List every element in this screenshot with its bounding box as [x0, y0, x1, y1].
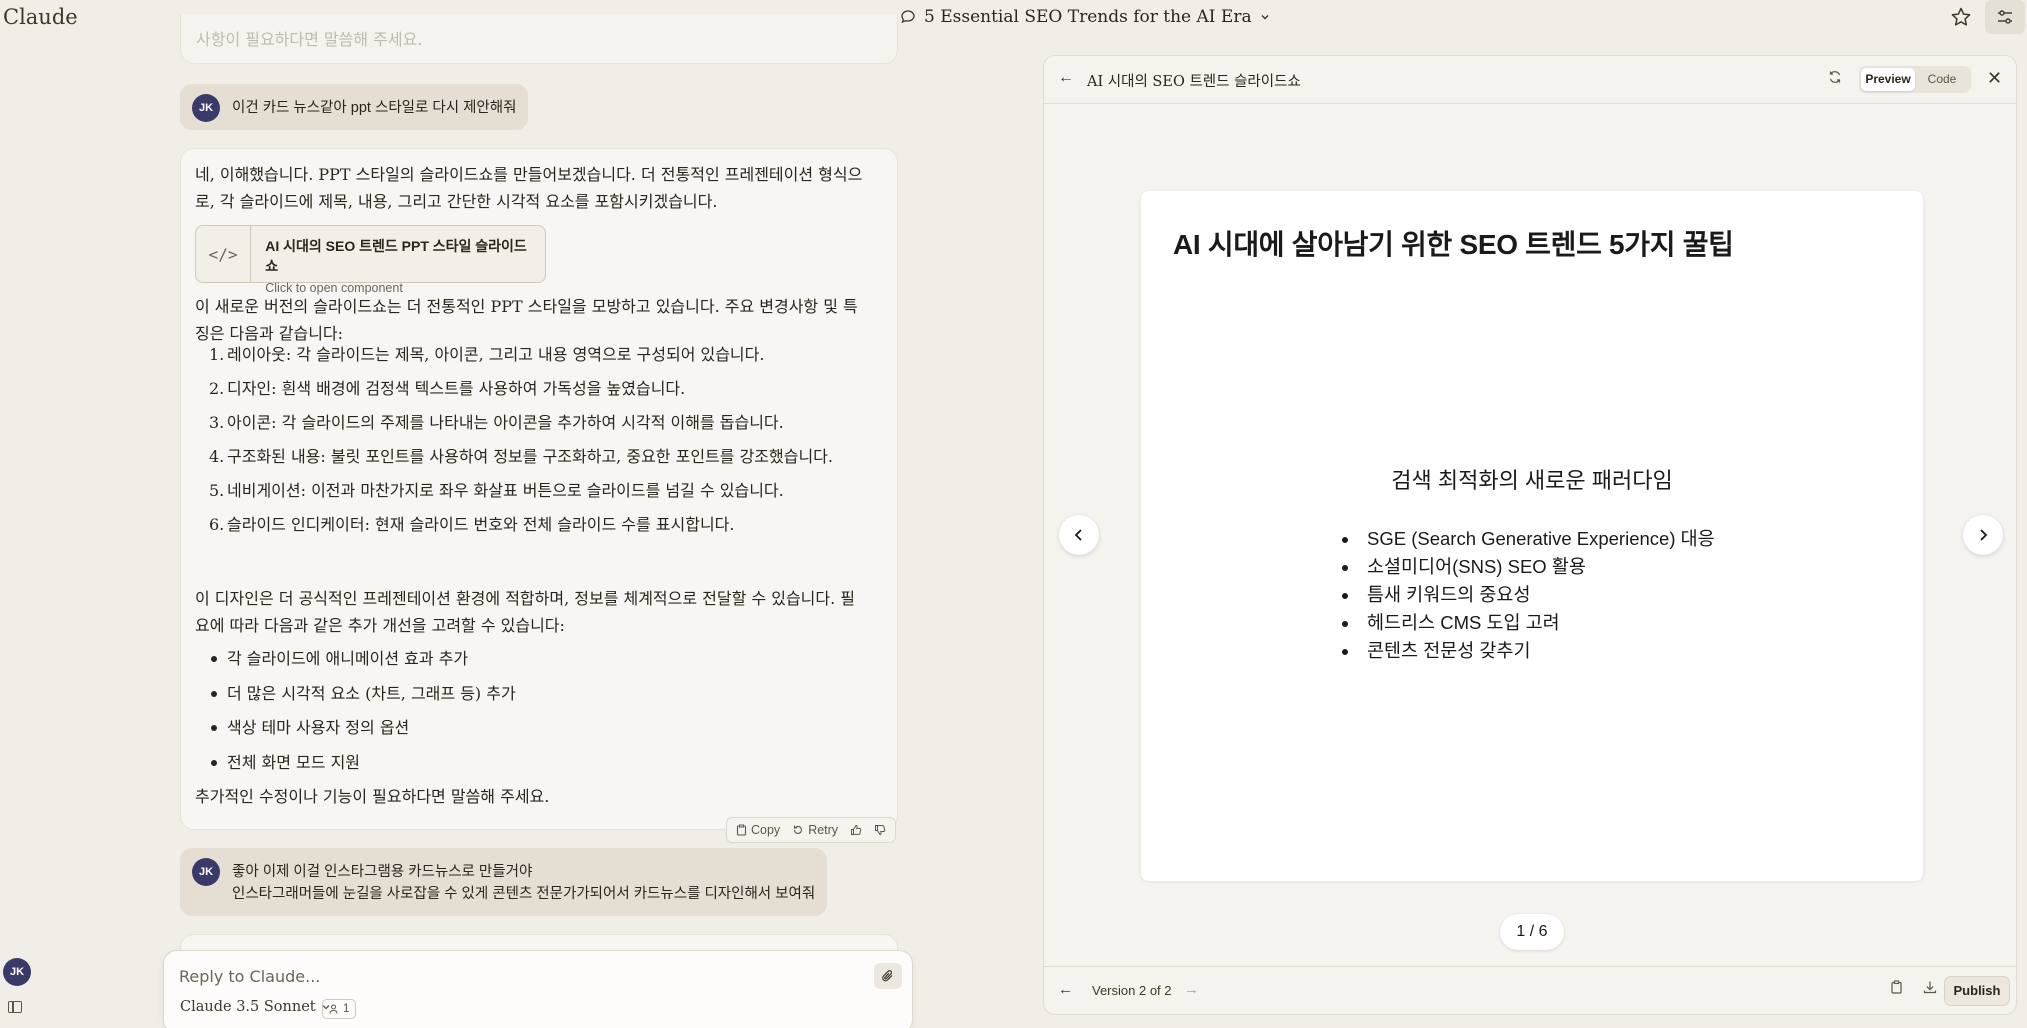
copy-artifact-icon[interactable] [1890, 980, 1903, 998]
copy-button[interactable]: Copy [736, 823, 780, 837]
previous-version-arrow-icon[interactable]: ← [1058, 981, 1073, 998]
slide-title: AI 시대에 살아남기 위한 SEO 트렌드 5가지 꿀팁 [1173, 229, 1734, 260]
assistant-closing: 추가적인 수정이나 기능이 필요하다면 말씀해 주세요. [195, 787, 550, 806]
list-item: 각 슬라이드에 애니메이션 효과 추가 [195, 645, 875, 672]
user-avatar[interactable]: JK [3, 958, 31, 986]
attach-button[interactable] [874, 963, 902, 989]
slide-bullet: 콘텐츠 전문성 갖추기 [1339, 637, 1715, 665]
slide-subtitle: 검색 최적화의 새로운 패러다임 [1391, 468, 1673, 493]
download-icon[interactable] [1923, 980, 1937, 998]
publish-button[interactable]: Publish [1944, 976, 2010, 1006]
slide-bullet: 헤드리스 CMS 도입 고려 [1339, 609, 1715, 637]
user-message: JK 좋아 이제 이걸 인스타그램용 카드뉴스로 만들거야 인스타그래머들에 눈… [180, 848, 828, 916]
slide-bullet: SGE (Search Generative Experience) 대응 [1339, 525, 1715, 553]
slide-bullet: 틈새 키워드의 중요성 [1339, 581, 1715, 609]
thumbs-up-icon[interactable] [850, 824, 862, 836]
artifact-card[interactable]: </> AI 시대의 SEO 트렌드 PPT 스타일 슬라이드쇼 Click t… [195, 225, 546, 295]
list-item: 5. 네비게이션: 이전과 마찬가지로 좌우 화살표 버튼으로 슬라이드를 넘길 … [209, 481, 784, 500]
model-name: Claude 3.5 Sonnet [180, 999, 316, 1015]
artifact-footer: ← Version 2 of 2 → Publish [1044, 966, 2016, 1014]
artifact-panel: ← AI 시대의 SEO 트렌드 슬라이드쇼 Preview Code ✕ AI… [1043, 55, 2017, 1015]
improvement-list: 각 슬라이드에 애니메이션 효과 추가 더 많은 시각적 요소 (차트, 그래프… [195, 645, 875, 783]
chat-title-dropdown[interactable]: 5 Essential SEO Trends for the AI Era [900, 7, 1270, 27]
composer: Claude 3.5 Sonnet 1 [163, 950, 913, 1028]
version-label: Version 2 of 2 [1092, 983, 1172, 998]
code-icon: </> [196, 226, 252, 282]
person-icon [329, 1004, 338, 1014]
message-fragment: 사항이 필요하다면 말씀해 주세요. [196, 30, 423, 49]
assistant-paragraph: 이 새로운 버전의 슬라이드쇼는 더 전통적인 PPT 스타일을 모방하고 있습… [195, 297, 858, 343]
user-message: JK 이건 카드 뉴스같아 ppt 스타일로 다시 제안해줘 [180, 84, 529, 130]
clipboard-icon [736, 824, 747, 836]
tab-preview[interactable]: Preview [1861, 68, 1915, 91]
chat-title: 5 Essential SEO Trends for the AI Era [924, 7, 1252, 27]
retry-button[interactable]: Retry [792, 823, 838, 837]
slide: AI 시대에 살아남기 위한 SEO 트렌드 5가지 꿀팁 검색 최적화의 새로… [1141, 191, 1923, 881]
star-icon[interactable] [1950, 6, 1972, 28]
list-item: 6. 슬라이드 인디케이터: 현재 슬라이드 번호와 전체 슬라이드 수를 표시합… [209, 515, 735, 534]
prev-slide-button[interactable] [1059, 515, 1099, 555]
list-item: 2. 디자인: 흰색 배경에 검정색 텍스트를 사용하여 가독성을 높였습니다. [209, 379, 686, 398]
artifact-header: ← AI 시대의 SEO 트렌드 슬라이드쇼 Preview Code ✕ [1044, 56, 2016, 104]
list-item: 전체 화면 모드 지원 [195, 749, 875, 776]
next-slide-button[interactable] [1963, 515, 2003, 555]
slide-bullet: 소셜미디어(SNS) SEO 활용 [1339, 553, 1715, 581]
sidebar-toggle-icon[interactable] [8, 1001, 22, 1013]
user-message-text: 좋아 이제 이걸 인스타그램용 카드뉴스로 만들거야 인스타그래머들에 눈길을 … [232, 864, 816, 902]
chat-bubble-icon [901, 10, 915, 24]
previous-assistant-message: 사항이 필요하다면 말씀해 주세요. [180, 14, 898, 64]
chevron-right-icon [1980, 529, 1988, 541]
close-icon[interactable]: ✕ [1987, 68, 2002, 89]
sliders-icon [1998, 10, 2012, 24]
thumbs-down-icon[interactable] [874, 824, 886, 836]
claude-logo[interactable]: Claude [3, 5, 78, 29]
slide-bullet-list: SGE (Search Generative Experience) 대응 소셜… [1339, 525, 1715, 665]
chevron-left-icon [1074, 529, 1082, 541]
model-selector[interactable]: Claude 3.5 Sonnet [180, 999, 331, 1015]
list-item: 1. 레이아웃: 각 슬라이드는 제목, 아이콘, 그리고 내용 영역으로 구성되… [209, 345, 765, 364]
view-toggle: Preview Code [1859, 66, 1971, 93]
feature-list: 1. 레이아웃: 각 슬라이드는 제목, 아이콘, 그리고 내용 영역으로 구성되… [195, 341, 875, 545]
assistant-message: 네, 이해했습니다. PPT 스타일의 슬라이드쇼를 만들어보겠습니다. 더 전… [180, 148, 898, 830]
message-actions: Copy Retry [726, 817, 897, 843]
list-item: 4. 구조화된 내용: 불릿 포인트를 사용하여 정보를 구조화하고, 중요한 포… [209, 447, 833, 466]
assistant-intro: 네, 이해했습니다. PPT 스타일의 슬라이드쇼를 만들어보겠습니다. 더 전… [195, 165, 863, 211]
next-version-arrow-icon[interactable]: → [1184, 981, 1199, 998]
assistant-paragraph: 이 디자인은 더 공식적인 프레젠테이션 환경에 적합하며, 정보를 체계적으로… [195, 589, 856, 635]
artifact-title: AI 시대의 SEO 트렌드 PPT 스타일 슬라이드쇼 [265, 238, 527, 274]
slide-page-indicator: 1 / 6 [1500, 914, 1564, 950]
refresh-icon[interactable] [1828, 70, 1842, 88]
list-item: 색상 테마 사용자 정의 옵션 [195, 714, 875, 741]
list-item: 더 많은 시각적 요소 (차트, 그래프 등) 추가 [195, 680, 875, 707]
user-message-text: 이건 카드 뉴스같아 ppt 스타일로 다시 제안해줘 [232, 100, 517, 116]
tab-code[interactable]: Code [1915, 68, 1969, 91]
avatar: JK [192, 858, 220, 886]
back-arrow-icon[interactable]: ← [1058, 69, 1074, 87]
artifact-panel-title: AI 시대의 SEO 트렌드 슬라이드쇼 [1087, 74, 1301, 90]
reply-input[interactable] [179, 963, 859, 989]
retry-icon [794, 825, 803, 834]
settings-sliders-button[interactable] [1985, 0, 2025, 34]
project-knowledge-badge[interactable]: 1 [322, 999, 357, 1019]
avatar: JK [192, 94, 220, 122]
paperclip-icon [882, 970, 893, 982]
chevron-down-icon [1261, 15, 1269, 20]
list-item: 3. 아이콘: 각 슬라이드의 주제를 나타내는 아이콘을 추가하여 시각적 이해… [209, 413, 784, 432]
